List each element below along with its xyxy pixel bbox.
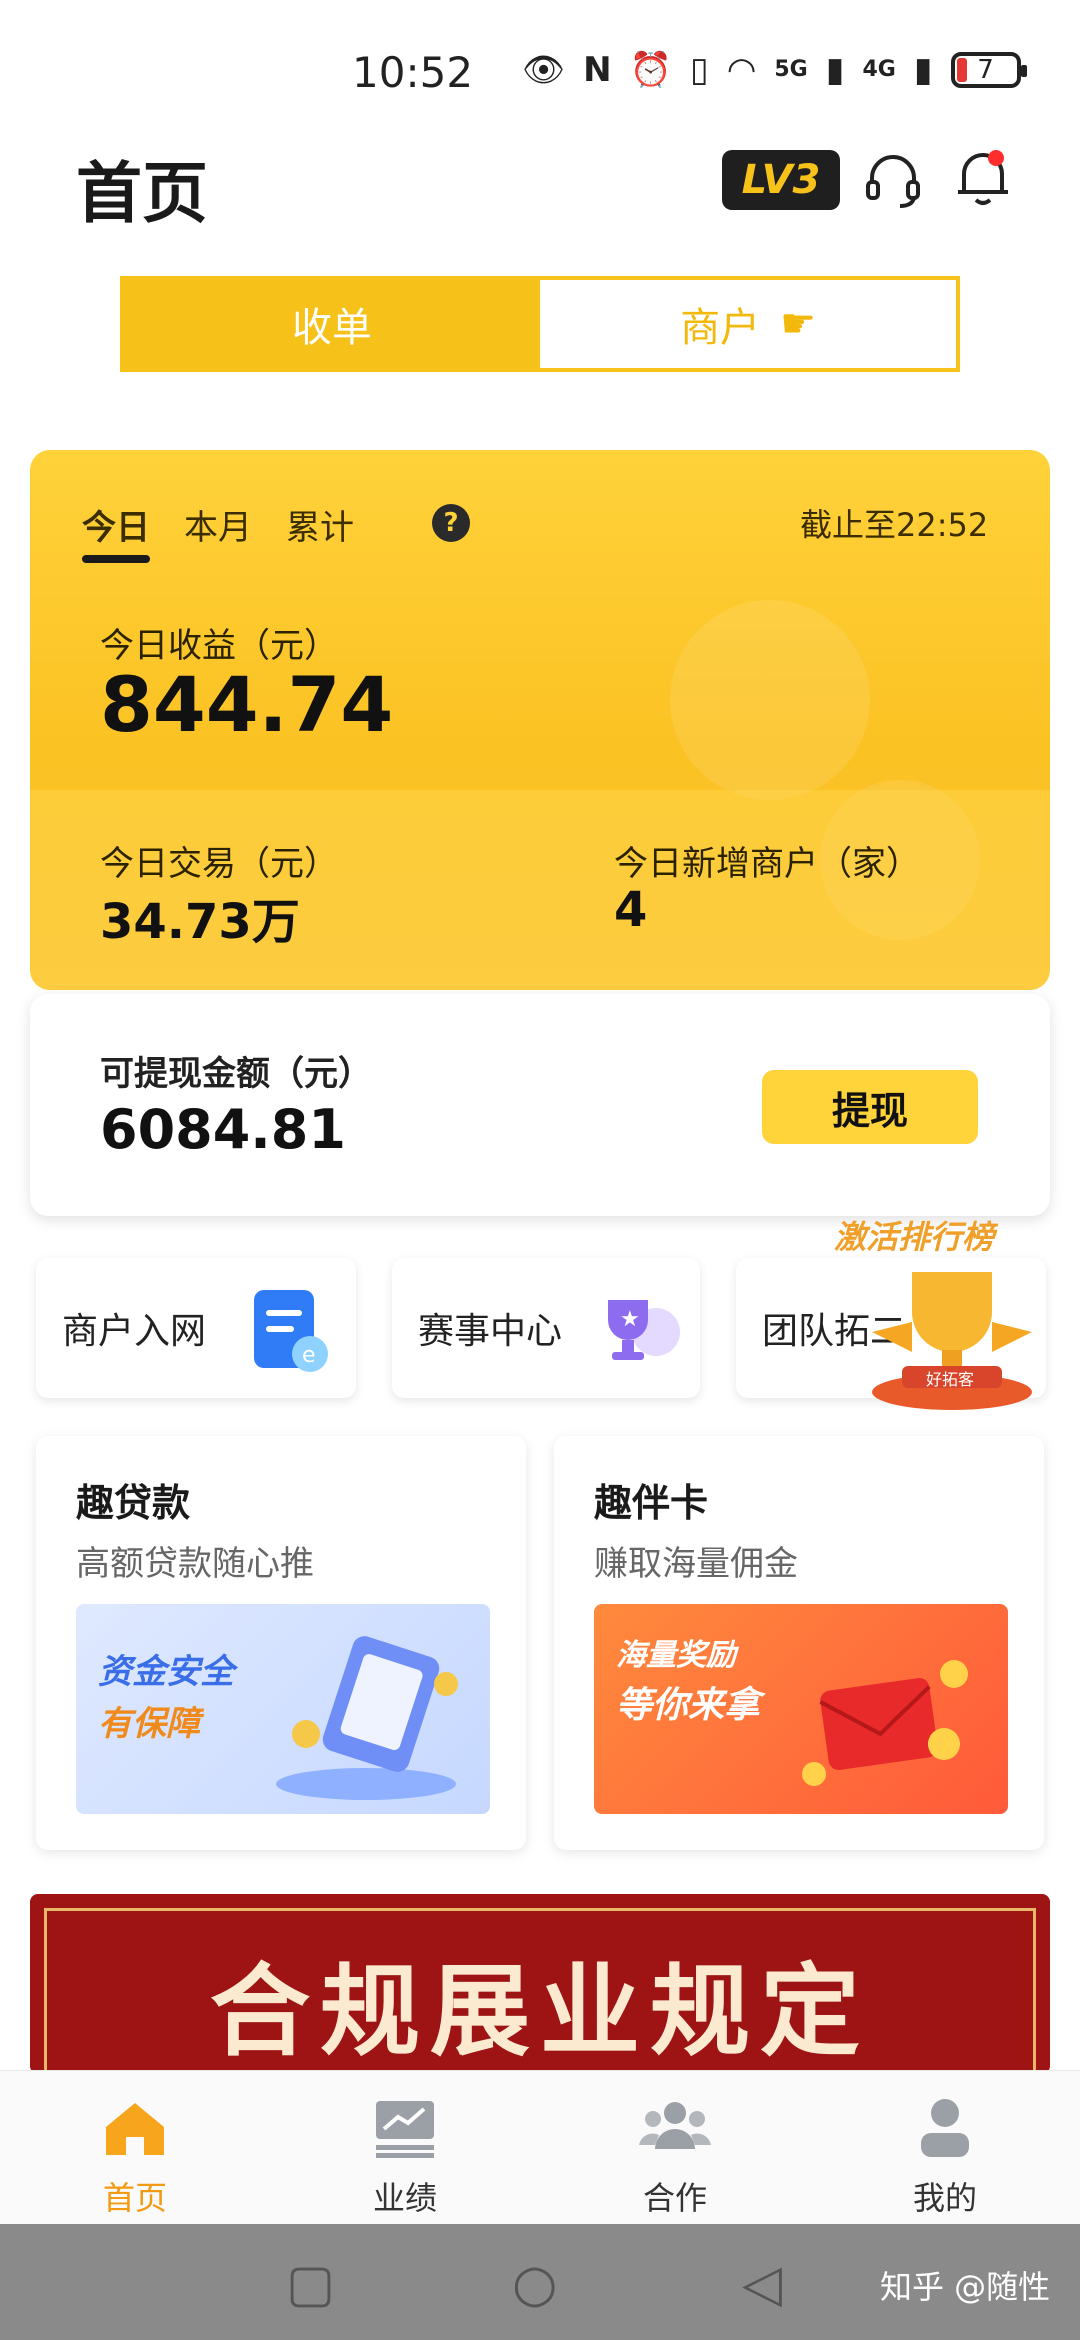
recent-apps-icon[interactable]: ▢ [286,2254,335,2314]
nav-mine[interactable]: 我的 [810,2071,1080,2225]
card-title: 趣伴卡 [594,1481,709,1525]
tab-merchant[interactable]: 商户 ☛ [540,280,956,368]
nav-mine-label: 我的 [912,2179,977,2217]
wifi-icon: ◠ [726,50,757,90]
home-circle-icon[interactable]: ○ [512,2254,557,2314]
as-of-time: 截止至22:52 [800,506,989,544]
merchant-onboarding-label: 商户入网 [62,1311,207,1352]
new-merchants-label: 今日新增商户（家） [614,844,920,884]
pointing-hand-icon: ☛ [780,301,816,347]
withdraw-value: 6084.81 [100,1098,346,1161]
withdraw-button[interactable]: 提现 [762,1070,978,1144]
contest-center-label: 赛事中心 [418,1311,563,1352]
withdraw-label: 可提现金额（元） [100,1054,372,1094]
trade-value: 34.73万 [100,894,300,950]
svg-text:e: e [302,1343,316,1368]
document-icon: e [250,1286,330,1380]
alarm-icon: ⏰ [629,50,672,90]
ranking-badge: 好拓客 [926,1370,975,1389]
loan-title: 趣贷款 [76,1481,191,1525]
compliance-text: 合规展业规定 [210,1952,870,2070]
ranking-title[interactable]: 激活排行榜 [834,1212,994,1258]
card-promo-card[interactable]: 趣伴卡 赚取海量佣金 海量奖励 等你来拿 [554,1436,1044,1850]
card-banner-line2: 等你来拿 [616,1685,761,1726]
tab-merchant-label: 商户 [680,305,761,351]
status-time: 10:52 [352,48,474,97]
nav-performance[interactable]: 业绩 [270,2071,540,2225]
card-banner[interactable]: 海量奖励 等你来拿 [594,1604,1008,1814]
level-badge[interactable]: LV3 [722,150,840,210]
nav-home[interactable]: 首页 [0,2071,270,2225]
bottom-nav: 首页 业绩 合作 我的 [0,2070,1080,2225]
signal-bars-icon-2: ▮ [913,50,933,90]
nav-cooperation[interactable]: 合作 [540,2071,810,2225]
nfc-icon: N [583,50,612,90]
tab-acquiring[interactable]: 收单 [124,280,540,368]
nav-performance-label: 业绩 [372,2179,437,2217]
segmented-control: 收单 商户 ☛ [120,276,960,372]
nav-cooperation-label: 合作 [642,2179,707,2217]
gold-trophy-icon[interactable]: 好拓客 [862,1262,1042,1412]
svg-text:★: ★ [620,1307,640,1332]
person-icon [810,2097,1080,2173]
group-icon [540,2097,810,2167]
status-bar: 10:52 👁 N ⏰ ▯ ◠ 5G ▮ 4G ▮ 7 [0,0,1080,150]
loan-banner-line2: 有保障 [98,1704,200,1744]
help-icon[interactable]: ? [432,504,470,542]
new-merchants-value: 4 [614,882,648,938]
back-triangle-icon[interactable]: ◁ [742,2254,782,2314]
chart-icon [270,2097,540,2173]
vibrate-icon: ▯ [689,50,709,90]
headset-icon[interactable] [862,150,924,221]
tab-total[interactable]: 累计 [286,500,354,549]
nav-home-label: 首页 [102,2179,167,2217]
bell-icon[interactable] [952,146,1014,221]
compliance-banner[interactable]: 合规展业规定 [30,1894,1050,2074]
period-tabs: 今日 本月 累计 [82,500,354,563]
signal-4g-icon: 4G [862,57,896,82]
watermark: 知乎 @随性 [880,2268,1051,2306]
loan-promo-card[interactable]: 趣贷款 高额贷款随心推 资金安全 有保障 [36,1436,526,1850]
page-title: 首页 [76,155,208,232]
card-banner-line1: 海量奖励 [616,1638,736,1673]
signal-5g-icon: 5G [774,57,808,82]
battery-icon: 7 [950,52,1027,88]
loan-banner[interactable]: 资金安全 有保障 [76,1604,490,1814]
tab-today[interactable]: 今日 [82,500,150,563]
signal-bars-icon: ▮ [825,50,845,90]
home-icon [0,2097,270,2173]
loan-subtitle: 高额贷款随心推 [76,1544,314,1584]
notification-dot [988,150,1004,166]
loan-banner-line1: 资金安全 [98,1652,234,1692]
trade-label: 今日交易（元） [100,844,338,884]
tab-month[interactable]: 本月 [184,500,252,549]
status-icons: 👁 N ⏰ ▯ ◠ 5G ▮ 4G ▮ 7 [522,50,1027,90]
card-subtitle: 赚取海量佣金 [594,1544,798,1584]
eye-icon: 👁 [522,50,566,90]
trophy-purple-icon: ★ [594,1290,684,1374]
income-value: 844.74 [100,660,394,749]
